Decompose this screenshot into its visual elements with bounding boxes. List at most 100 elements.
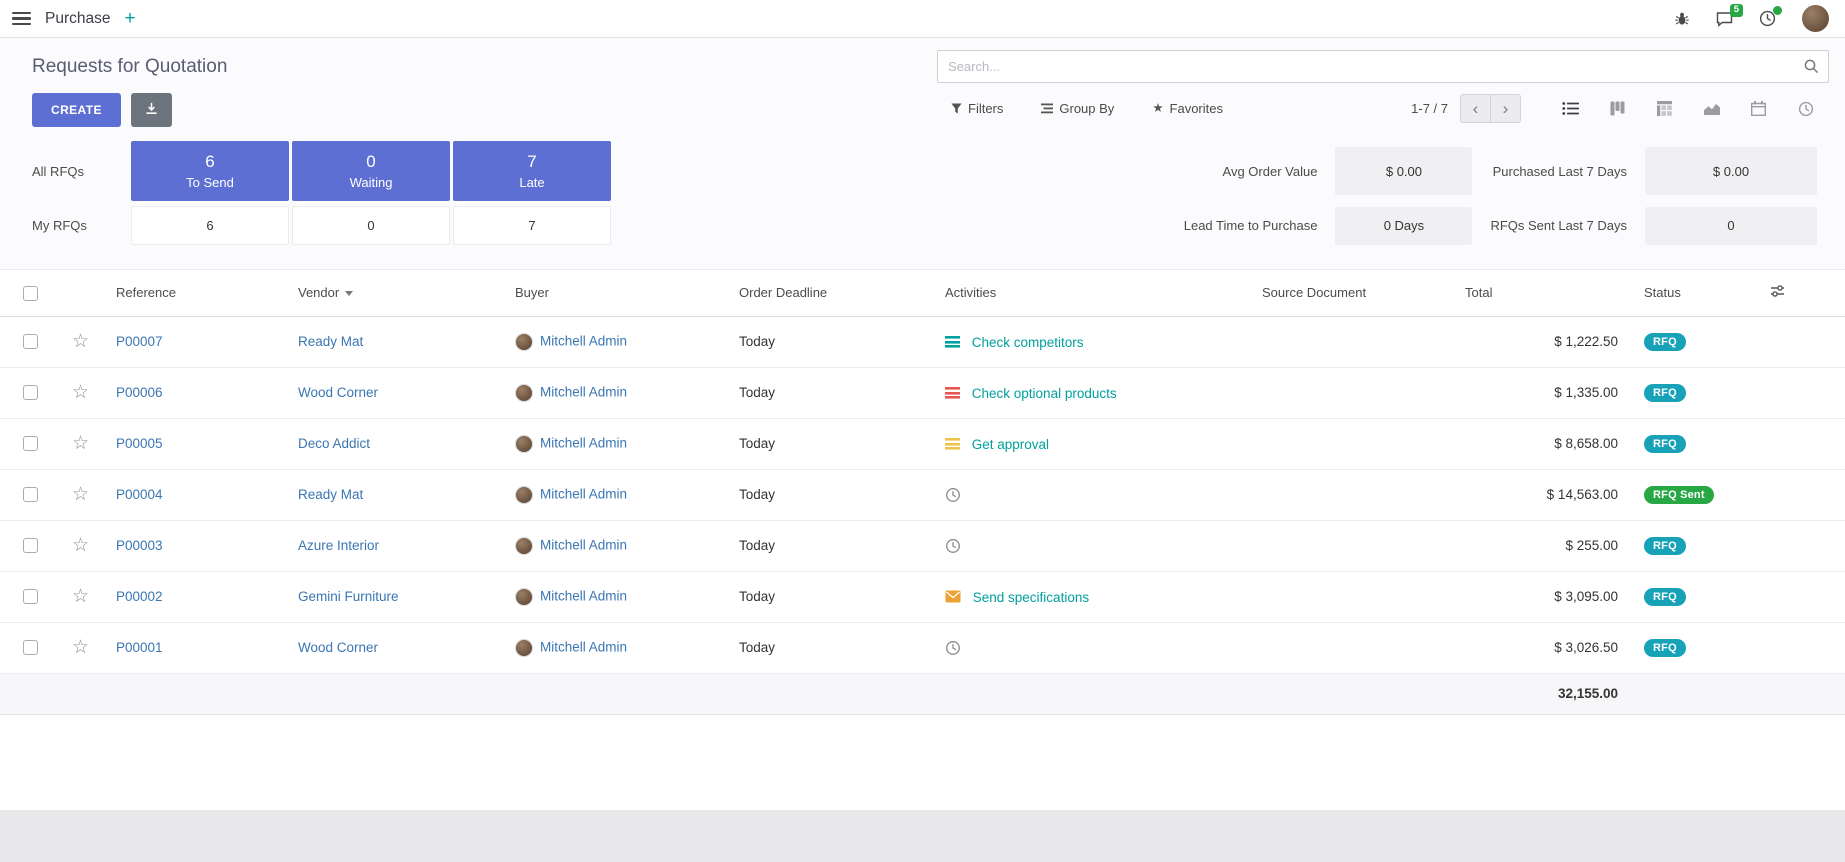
optional-columns-icon[interactable] bbox=[1770, 284, 1785, 298]
buyer-link[interactable]: Mitchell Admin bbox=[540, 537, 627, 552]
row-checkbox[interactable] bbox=[23, 640, 38, 655]
favorite-star-icon[interactable]: ☆ bbox=[72, 637, 89, 658]
row-checkbox[interactable] bbox=[23, 334, 38, 349]
activity-clock-icon[interactable] bbox=[1759, 10, 1776, 27]
reference-link[interactable]: P00007 bbox=[116, 334, 163, 349]
activity-list-icon[interactable] bbox=[945, 387, 960, 399]
select-all-checkbox[interactable] bbox=[23, 286, 38, 301]
header-activities[interactable]: Activities bbox=[935, 270, 1252, 316]
filters-button[interactable]: Filters bbox=[951, 101, 1003, 116]
group-by-button[interactable]: Group By bbox=[1041, 101, 1114, 116]
favorite-star-icon[interactable]: ☆ bbox=[72, 433, 89, 454]
buyer-link[interactable]: Mitchell Admin bbox=[540, 639, 627, 654]
menu-icon[interactable] bbox=[12, 12, 31, 25]
kanban-view-icon[interactable] bbox=[1594, 94, 1641, 123]
reference-link[interactable]: P00006 bbox=[116, 385, 163, 400]
table-row[interactable]: ☆ P00006 Wood Corner Mitchell Admin Toda… bbox=[0, 367, 1845, 418]
reference-link[interactable]: P00003 bbox=[116, 538, 163, 553]
header-reference[interactable]: Reference bbox=[106, 270, 288, 316]
buyer-link[interactable]: Mitchell Admin bbox=[540, 435, 627, 450]
kpi-value: 0 bbox=[1645, 207, 1817, 245]
table-row[interactable]: ☆ P00007 Ready Mat Mitchell Admin Today … bbox=[0, 316, 1845, 367]
favorite-star-icon[interactable]: ☆ bbox=[72, 535, 89, 556]
my-to-send-count[interactable]: 6 bbox=[131, 206, 289, 245]
reference-link[interactable]: P00004 bbox=[116, 487, 163, 502]
header-status[interactable]: Status bbox=[1628, 270, 1760, 316]
table-row[interactable]: ☆ P00001 Wood Corner Mitchell Admin Toda… bbox=[0, 622, 1845, 673]
app-name[interactable]: Purchase bbox=[45, 10, 110, 28]
magnifier-icon[interactable] bbox=[1804, 59, 1819, 74]
activity-label[interactable]: Get approval bbox=[972, 436, 1049, 451]
reference-link[interactable]: P00005 bbox=[116, 436, 163, 451]
checkbox-cell bbox=[0, 367, 62, 418]
header-vendor[interactable]: Vendor bbox=[288, 270, 505, 316]
top-section: Requests for Quotation CREATE bbox=[0, 38, 1845, 270]
activity-clock-icon[interactable] bbox=[945, 640, 961, 656]
pager-value[interactable]: 1-7 / 7 bbox=[1411, 101, 1448, 116]
pager-next-button[interactable]: › bbox=[1490, 94, 1521, 123]
buyer-link[interactable]: Mitchell Admin bbox=[540, 588, 627, 603]
row-checkbox[interactable] bbox=[23, 385, 38, 400]
header-buyer[interactable]: Buyer bbox=[505, 270, 729, 316]
activity-envelope-icon[interactable] bbox=[945, 590, 961, 603]
favorite-star-icon[interactable]: ☆ bbox=[72, 484, 89, 505]
row-checkbox[interactable] bbox=[23, 487, 38, 502]
table-row[interactable]: ☆ P00005 Deco Addict Mitchell Admin Toda… bbox=[0, 418, 1845, 469]
search-input[interactable] bbox=[938, 59, 1804, 74]
vendor-link[interactable]: Gemini Furniture bbox=[298, 589, 399, 604]
buyer-link[interactable]: Mitchell Admin bbox=[540, 486, 627, 501]
graph-view-icon[interactable] bbox=[1688, 94, 1735, 123]
reference-link[interactable]: P00001 bbox=[116, 640, 163, 655]
buyer-link[interactable]: Mitchell Admin bbox=[540, 384, 627, 399]
table-row[interactable]: ☆ P00002 Gemini Furniture Mitchell Admin… bbox=[0, 571, 1845, 622]
activity-label[interactable]: Send specifications bbox=[973, 589, 1089, 604]
my-waiting-count[interactable]: 0 bbox=[292, 206, 450, 245]
bug-icon[interactable] bbox=[1674, 11, 1690, 27]
download-button[interactable] bbox=[131, 93, 172, 127]
list-view-icon[interactable] bbox=[1547, 94, 1594, 123]
activity-view-icon[interactable] bbox=[1782, 94, 1829, 123]
vendor-link[interactable]: Deco Addict bbox=[298, 436, 370, 451]
activity-list-icon[interactable] bbox=[945, 336, 960, 348]
activity-clock-icon[interactable] bbox=[945, 487, 961, 503]
vendor-link[interactable]: Ready Mat bbox=[298, 334, 363, 349]
favorite-star-icon[interactable]: ☆ bbox=[72, 382, 89, 403]
table-row[interactable]: ☆ P00004 Ready Mat Mitchell Admin Today … bbox=[0, 469, 1845, 520]
row-checkbox[interactable] bbox=[23, 589, 38, 604]
total-cell: $ 3,095.00 bbox=[1455, 571, 1628, 622]
header-total[interactable]: Total bbox=[1455, 270, 1628, 316]
vendor-link[interactable]: Azure Interior bbox=[298, 538, 379, 553]
buyer-link[interactable]: Mitchell Admin bbox=[540, 333, 627, 348]
favorites-button[interactable]: ★ Favorites bbox=[1152, 101, 1223, 116]
favorite-star-icon[interactable]: ☆ bbox=[72, 331, 89, 352]
pager-previous-button[interactable]: ‹ bbox=[1460, 94, 1491, 123]
total-cell: $ 14,563.00 bbox=[1455, 469, 1628, 520]
table-row[interactable]: ☆ P00003 Azure Interior Mitchell Admin T… bbox=[0, 520, 1845, 571]
calendar-view-icon[interactable] bbox=[1735, 94, 1782, 123]
tile-late[interactable]: 7 Late bbox=[453, 141, 611, 201]
activity-clock-icon[interactable] bbox=[945, 538, 961, 554]
activity-label[interactable]: Check optional products bbox=[972, 385, 1117, 400]
vendor-link[interactable]: Wood Corner bbox=[298, 640, 378, 655]
reference-link[interactable]: P00002 bbox=[116, 589, 163, 604]
create-button[interactable]: CREATE bbox=[32, 93, 121, 127]
pivot-view-icon[interactable] bbox=[1641, 94, 1688, 123]
favorites-label: Favorites bbox=[1170, 101, 1223, 116]
tile-waiting[interactable]: 0 Waiting bbox=[292, 141, 450, 201]
user-avatar[interactable] bbox=[1802, 5, 1829, 32]
chat-bubble-icon[interactable]: 5 bbox=[1716, 11, 1733, 27]
activity-list-icon[interactable] bbox=[945, 438, 960, 450]
vendor-link[interactable]: Ready Mat bbox=[298, 487, 363, 502]
row-checkbox[interactable] bbox=[23, 538, 38, 553]
header-source-document[interactable]: Source Document bbox=[1252, 270, 1455, 316]
plus-icon[interactable]: + bbox=[124, 9, 135, 28]
kpi-label: Avg Order Value bbox=[1223, 164, 1318, 179]
favorite-star-icon[interactable]: ☆ bbox=[72, 586, 89, 607]
buyer-cell: Mitchell Admin bbox=[505, 622, 729, 673]
activity-label[interactable]: Check competitors bbox=[972, 334, 1084, 349]
my-late-count[interactable]: 7 bbox=[453, 206, 611, 245]
vendor-link[interactable]: Wood Corner bbox=[298, 385, 378, 400]
tile-to-send[interactable]: 6 To Send bbox=[131, 141, 289, 201]
header-order-deadline[interactable]: Order Deadline bbox=[729, 270, 935, 316]
row-checkbox[interactable] bbox=[23, 436, 38, 451]
